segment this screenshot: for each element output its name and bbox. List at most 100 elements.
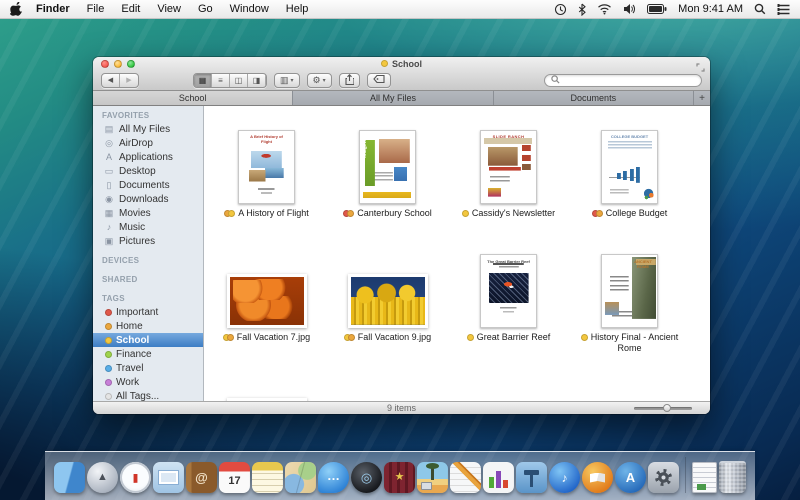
dock-icon-system-preferences[interactable] — [648, 462, 679, 493]
dock-icon-contacts[interactable]: @ — [186, 462, 217, 493]
dock-icon-notes[interactable] — [252, 462, 283, 493]
menu-item[interactable]: Help — [286, 3, 309, 15]
dock-icon-documents[interactable] — [692, 462, 717, 493]
menu-item[interactable]: View — [157, 3, 181, 15]
sidebar-tag-item[interactable]: Home — [93, 319, 203, 333]
battery-icon[interactable] — [647, 4, 667, 14]
file-thumbnail: SLIDE RANCH — [480, 130, 537, 204]
trash-icon[interactable] — [719, 461, 746, 493]
menu-item[interactable]: Window — [230, 3, 269, 15]
fullscreen-icon[interactable] — [696, 59, 705, 77]
file-item[interactable]: COLLEGE BUDGET College Budget — [569, 114, 690, 238]
tab[interactable]: All My Files — [293, 91, 493, 105]
dock-icon-iphoto[interactable] — [417, 462, 448, 493]
forward-button[interactable]: ▶ — [120, 74, 138, 87]
dock-icon-keynote[interactable] — [516, 462, 547, 493]
dock-icon-imovie[interactable]: ★ — [384, 462, 415, 493]
menu-item[interactable]: Finder — [36, 3, 70, 15]
sidebar-item-icon: ▤ — [103, 124, 115, 135]
sidebar-item[interactable]: ▣ Pictures — [93, 234, 203, 248]
tag-color-dot — [347, 210, 354, 217]
bluetooth-icon[interactable] — [578, 3, 586, 16]
volume-icon[interactable] — [623, 3, 636, 15]
sidebar-item-icon: ▦ — [103, 208, 115, 219]
sidebar-item[interactable]: ♪ Music — [93, 220, 203, 234]
sidebar-item-label: Applications — [119, 152, 173, 163]
file-item[interactable]: Fall Vacation 9.jpg — [327, 238, 448, 362]
file-item[interactable]: PIGMENTS — [206, 362, 327, 403]
tags-button[interactable] — [367, 73, 391, 88]
sidebar-item-label: Desktop — [119, 166, 156, 177]
dock-icon-itunes[interactable]: ♪ — [549, 462, 580, 493]
dock-icon-mail[interactable] — [153, 462, 184, 493]
sidebar-item[interactable]: ▯ Documents — [93, 178, 203, 192]
search-input[interactable] — [563, 75, 695, 85]
menu-bar-clock[interactable]: Mon 9:41 AM — [678, 3, 743, 15]
sidebar-item[interactable]: ▤ All My Files — [93, 122, 203, 136]
dock-icon-photo-booth[interactable]: ◎ — [351, 462, 382, 493]
file-item[interactable]: The Great Barrier Reef Great Barrier Ree… — [448, 238, 569, 362]
sidebar-tag-item[interactable]: Work — [93, 375, 203, 389]
share-button[interactable] — [339, 73, 360, 88]
search-field[interactable] — [544, 74, 702, 87]
icon-size-slider[interactable] — [634, 407, 692, 410]
dock-icon-calendar[interactable]: 17 — [219, 462, 250, 493]
tab-label: School — [179, 93, 207, 103]
tag-color-dot-group — [581, 334, 588, 341]
back-button[interactable]: ◀ — [102, 74, 120, 87]
menu-item[interactable]: Go — [198, 3, 213, 15]
dock-icon-app-store[interactable]: A — [615, 462, 646, 493]
time-machine-icon[interactable] — [554, 3, 567, 16]
dock-icon-pages[interactable] — [450, 462, 481, 493]
thumbnail-text: COLLEGE BUDGET — [602, 134, 657, 139]
sidebar-tag-item[interactable]: School — [93, 333, 203, 347]
star-icon: ★ — [395, 472, 405, 483]
slider-thumb[interactable] — [663, 404, 671, 412]
tab[interactable]: School — [93, 91, 293, 105]
sidebar-tag-item[interactable]: Finance — [93, 347, 203, 361]
sidebar-item[interactable]: ◉ Downloads — [93, 192, 203, 206]
sidebar-tag-label: School — [116, 335, 149, 346]
file-item[interactable]: SLIDE RANCH Cassidy's Newsletter — [448, 114, 569, 238]
window-title: School — [93, 57, 710, 70]
menu-item[interactable]: Edit — [121, 3, 140, 15]
dock-icon-ibooks[interactable] — [582, 462, 613, 493]
dock-icon-maps[interactable] — [285, 462, 316, 493]
thumbnail-text: ANCIENT ROME — [631, 260, 655, 269]
dock-icon-messages[interactable]: … — [318, 462, 349, 493]
sidebar-tag-item[interactable]: Travel — [93, 361, 203, 375]
view-mode-button[interactable]: ◫ — [230, 74, 248, 87]
sidebar-item[interactable]: ◎ AirDrop — [93, 136, 203, 150]
dock-icon-finder[interactable] — [54, 462, 85, 493]
sidebar-tag-item[interactable]: Important — [93, 305, 203, 319]
apple-logo-icon[interactable] — [10, 2, 24, 16]
dock-icon-launchpad[interactable]: ▲ — [87, 462, 118, 493]
file-label: A History of Flight — [224, 208, 309, 219]
minimize-button[interactable] — [114, 60, 122, 68]
file-item[interactable]: A Brief History of Flight A History of F… — [206, 114, 327, 238]
file-item[interactable]: imagine Canterbury School — [327, 114, 448, 238]
tag-color-dot-group — [105, 393, 112, 400]
zoom-button[interactable] — [127, 60, 135, 68]
navigation-buttons: ◀ ▶ — [101, 73, 139, 88]
action-button[interactable]: ⚙ ▾ — [307, 73, 332, 88]
spotlight-icon[interactable] — [754, 3, 766, 15]
new-tab-button[interactable]: + — [694, 91, 710, 105]
view-mode-button[interactable]: ▦ — [194, 74, 212, 87]
file-item[interactable]: ANCIENT ROME History Final - Ancient Rom… — [569, 238, 690, 362]
notification-center-icon[interactable] — [777, 4, 790, 15]
menu-item[interactable]: File — [87, 3, 105, 15]
view-mode-button[interactable]: ◨ — [248, 74, 266, 87]
tab[interactable]: Documents — [494, 91, 694, 105]
title-bar[interactable]: School — [93, 57, 710, 70]
sidebar-item[interactable]: A Applications — [93, 150, 203, 164]
wifi-icon[interactable] — [597, 3, 612, 15]
file-item[interactable]: Fall Vacation 7.jpg — [206, 238, 327, 362]
sidebar-item[interactable]: ▭ Desktop — [93, 164, 203, 178]
dock-icon-numbers[interactable] — [483, 462, 514, 493]
dock-icon-safari[interactable]: ◆ — [120, 462, 151, 493]
view-mode-button[interactable]: ≡ — [212, 74, 230, 87]
close-button[interactable] — [101, 60, 109, 68]
arrange-button[interactable]: ▥ ▾ — [274, 73, 300, 88]
sidebar-item[interactable]: ▦ Movies — [93, 206, 203, 220]
